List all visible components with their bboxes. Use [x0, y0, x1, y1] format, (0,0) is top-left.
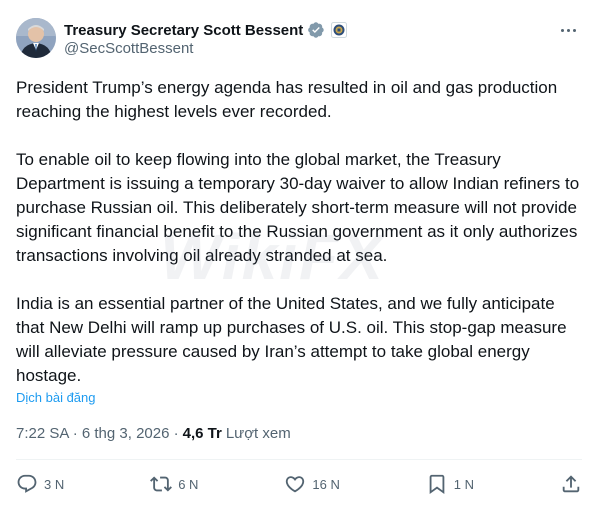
treasury-seal-icon[interactable]	[331, 22, 348, 38]
more-dot	[572, 28, 576, 32]
display-name[interactable]: Treasury Secretary Scott Bessent	[64, 22, 303, 39]
repost-count: 6 N	[178, 476, 199, 492]
share-icon	[562, 475, 580, 493]
timestamp[interactable]: 7:22 SA · 6 thg 3, 2026 ·	[16, 425, 179, 442]
verified-badge-icon[interactable]	[307, 21, 325, 39]
like-count: 16 N	[312, 476, 340, 492]
tweet-text: President Trump’s energy agenda has resu…	[16, 76, 582, 388]
more-options-icon[interactable]	[558, 24, 578, 36]
tweet-card: Treasury Secretary Scott Bessent @SecSco…	[0, 0, 598, 511]
bookmark-button[interactable]: 1 N	[426, 470, 474, 498]
bookmark-icon	[429, 474, 445, 495]
views-count[interactable]: 4,6 Tr	[183, 425, 222, 442]
share-button[interactable]	[560, 470, 582, 498]
action-bar: 3 N 6 N 16 N 1 N	[16, 470, 582, 498]
tweet-paragraph: To enable oil to keep flowing into the g…	[16, 150, 580, 265]
author-handle[interactable]: @SecScottBessent	[64, 40, 193, 57]
tweet-paragraph: India is an essential partner of the Uni…	[16, 294, 567, 385]
translate-post-link[interactable]: Dịch bài đăng	[16, 390, 96, 405]
divider	[16, 459, 582, 460]
repost-icon	[150, 476, 173, 492]
like-button[interactable]: 16 N	[284, 470, 340, 498]
repost-button[interactable]: 6 N	[150, 470, 198, 498]
heart-icon	[286, 476, 305, 493]
reply-count: 3 N	[44, 476, 65, 492]
bookmark-count: 1 N	[453, 476, 475, 492]
more-dot	[566, 28, 570, 32]
reply-icon	[17, 474, 37, 493]
more-dot	[560, 28, 564, 32]
avatar[interactable]	[16, 18, 56, 58]
views-label: Lượt xem	[225, 425, 291, 442]
tweet-meta: 7:22 SA · 6 thg 3, 2026 · 4,6 Tr Lượt xe…	[16, 425, 291, 442]
tweet-paragraph: President Trump’s energy agenda has resu…	[16, 78, 558, 121]
author-name-row: Treasury Secretary Scott Bessent	[64, 20, 348, 40]
reply-button[interactable]: 3 N	[16, 470, 64, 498]
